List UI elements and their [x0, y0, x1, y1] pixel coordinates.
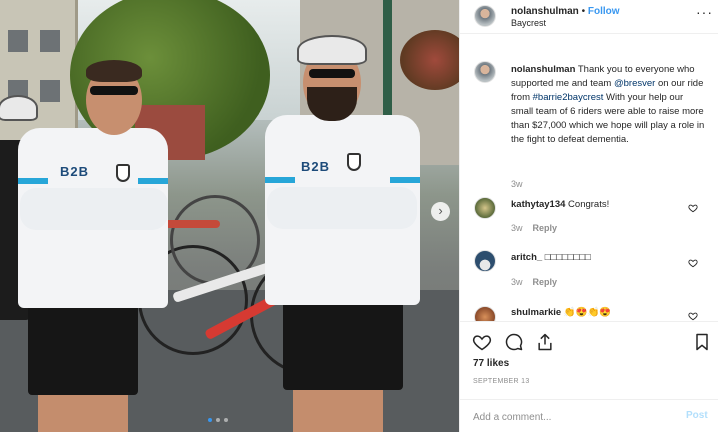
- author-line: nolanshulman • Follow: [511, 6, 620, 17]
- hashtag-link[interactable]: #barrie2baycrest: [533, 92, 604, 103]
- commenter-avatar[interactable]: [474, 306, 496, 321]
- likes-count[interactable]: 77 likes: [473, 358, 509, 369]
- carousel-dot: [224, 418, 228, 422]
- caption-age: 3w: [511, 179, 523, 189]
- more-options-icon[interactable]: ···: [696, 4, 713, 20]
- comment-icon[interactable]: [504, 332, 524, 352]
- reply-button[interactable]: Reply: [533, 277, 558, 287]
- carousel-dot-active: [208, 418, 212, 422]
- save-bookmark-icon[interactable]: [692, 332, 712, 352]
- post-side-panel: nolanshulman • Follow Baycrest ··· nolan…: [459, 0, 718, 432]
- post-photo[interactable]: B2B B2B ›: [0, 0, 459, 432]
- comment-meta: 3w Reply: [511, 223, 557, 233]
- follow-button[interactable]: Follow: [588, 6, 620, 17]
- author-avatar[interactable]: [474, 5, 496, 27]
- comment-body: Congrats!: [565, 199, 610, 210]
- post-actions: 77 likes SEPTEMBER 13 Post: [460, 321, 718, 432]
- caption-text: nolanshulman Thank you to everyone who s…: [511, 63, 707, 147]
- like-comment-heart-icon[interactable]: [688, 258, 698, 268]
- carousel-dot: [216, 418, 220, 422]
- comment-body: □□□□□□□□: [542, 252, 591, 263]
- comment-meta: 3w Reply: [511, 277, 557, 287]
- jersey-logo-2: B2B: [301, 159, 331, 174]
- separator-dot: •: [581, 6, 586, 17]
- like-comment-heart-icon[interactable]: [688, 311, 698, 321]
- author-username[interactable]: nolanshulman: [511, 6, 579, 17]
- comment-username[interactable]: shulmarkie: [511, 307, 561, 318]
- comment-composer: Post: [460, 399, 718, 432]
- comment-text: kathytay134 Congrats!: [511, 199, 609, 210]
- location-link[interactable]: Baycrest: [511, 18, 546, 28]
- reply-button[interactable]: Reply: [533, 223, 558, 233]
- comments-list[interactable]: nolanshulman Thank you to everyone who s…: [460, 34, 718, 321]
- next-image-button[interactable]: ›: [431, 202, 450, 221]
- commenter-avatar[interactable]: [474, 197, 496, 219]
- commenter-avatar[interactable]: [474, 250, 496, 272]
- comment-age: 3w: [511, 277, 523, 287]
- caption-avatar[interactable]: [474, 61, 496, 83]
- share-icon[interactable]: [535, 332, 555, 352]
- post-header: nolanshulman • Follow Baycrest ···: [460, 0, 718, 34]
- caption-username[interactable]: nolanshulman: [511, 64, 575, 75]
- comment-text: aritch_ □□□□□□□□: [511, 252, 591, 263]
- jersey-logo: B2B: [60, 164, 90, 179]
- comment-text: shulmarkie 👏😍👏😍: [511, 307, 611, 318]
- add-comment-input[interactable]: [473, 409, 663, 425]
- comment-age: 3w: [511, 223, 523, 233]
- post-date: SEPTEMBER 13: [473, 378, 530, 385]
- mention-link[interactable]: @bresver: [614, 78, 655, 89]
- carousel-dots: [208, 418, 228, 422]
- comment-username[interactable]: aritch_: [511, 252, 542, 263]
- post-comment-button[interactable]: Post: [686, 410, 708, 421]
- like-comment-heart-icon[interactable]: [688, 203, 698, 213]
- comment-username[interactable]: kathytay134: [511, 199, 565, 210]
- like-heart-icon[interactable]: [472, 332, 492, 352]
- comment-body: 👏😍👏😍: [561, 307, 612, 318]
